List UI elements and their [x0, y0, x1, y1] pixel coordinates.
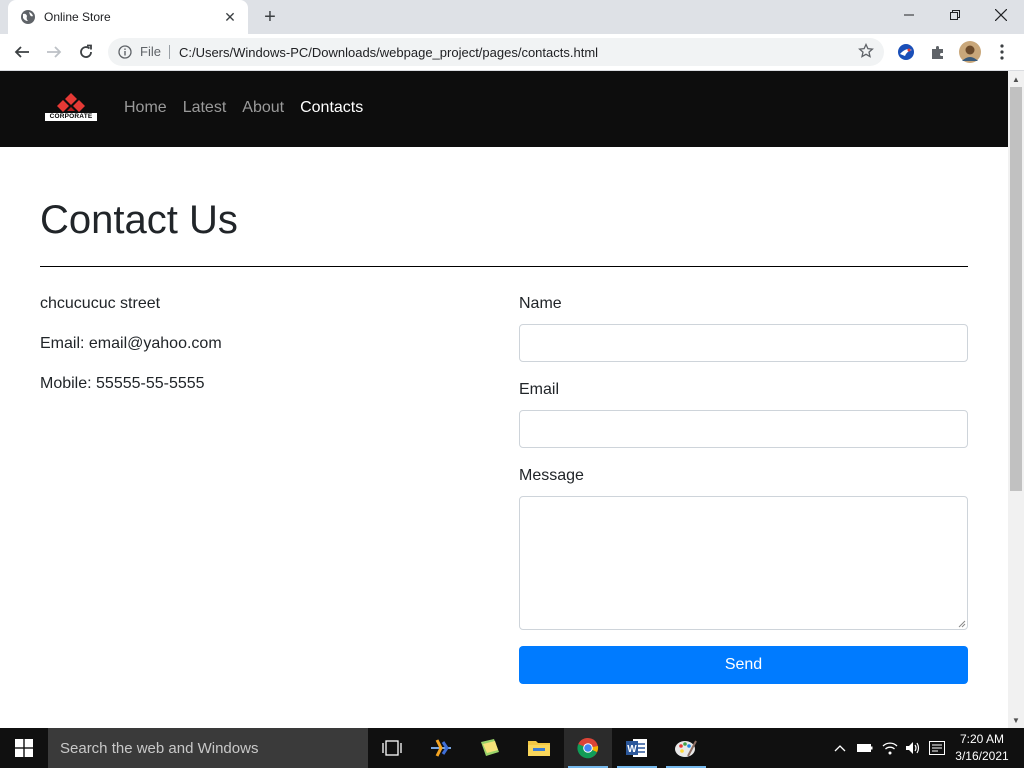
- tab-title: Online Store: [44, 10, 111, 24]
- extensions-puzzle-icon[interactable]: [927, 41, 949, 63]
- message-textarea[interactable]: [519, 496, 968, 630]
- site-nav-links: Home Latest About Contacts: [124, 99, 363, 117]
- browser-toolbar: File C:/Users/Windows-PC/Downloads/webpa…: [0, 34, 1024, 71]
- task-view-icon[interactable]: [368, 728, 416, 768]
- clock-date: 3/16/2021: [955, 749, 1009, 763]
- page-scrollbar[interactable]: ▲ ▼: [1008, 71, 1024, 728]
- contact-mobile: Mobile: 55555-55-5555: [40, 375, 205, 392]
- show-hidden-icons-chevron-icon[interactable]: [832, 728, 848, 768]
- nav-contacts-link[interactable]: Contacts: [300, 99, 363, 117]
- clock-time: 7:20 AM: [959, 732, 1005, 746]
- nav-latest-link[interactable]: Latest: [183, 99, 227, 117]
- logo-text: CORPORATE: [49, 113, 93, 120]
- new-tab-icon[interactable]: +: [258, 5, 282, 29]
- heading-divider: [40, 266, 968, 267]
- tab-close-icon[interactable]: ✕: [222, 9, 238, 25]
- contact-address: chcucucuc street: [40, 295, 161, 312]
- windows-taskbar: Search the web and Windows W 7:20 AM 3/1…: [0, 728, 1024, 768]
- file-explorer-icon[interactable]: [515, 728, 563, 768]
- name-label: Name: [519, 295, 562, 312]
- page-viewport: CORPORATE Home Latest About Contacts Con…: [0, 71, 1008, 728]
- send-button[interactable]: Send: [519, 646, 968, 684]
- scrollbar-thumb[interactable]: [1010, 87, 1022, 491]
- extension-icon[interactable]: [895, 41, 917, 63]
- paint-icon[interactable]: [662, 728, 710, 768]
- back-arrow-icon[interactable]: [10, 40, 34, 64]
- minimize-icon[interactable]: [886, 0, 932, 30]
- taskbar-clock[interactable]: 7:20 AM 3/16/2021: [950, 731, 1014, 765]
- nav-about-link[interactable]: About: [242, 99, 284, 117]
- corporate-logo[interactable]: CORPORATE: [44, 93, 98, 123]
- windows-start-icon[interactable]: [0, 728, 48, 768]
- address-scheme: File: [140, 45, 170, 59]
- nav-home-link[interactable]: Home: [124, 99, 167, 117]
- battery-icon[interactable]: [855, 728, 875, 768]
- word-icon[interactable]: W: [613, 728, 661, 768]
- chrome-taskbar-icon[interactable]: [564, 728, 612, 768]
- contact-email: Email: email@yahoo.com: [40, 335, 222, 352]
- sticky-notes-icon[interactable]: [466, 728, 514, 768]
- forward-arrow-icon[interactable]: [42, 40, 66, 64]
- scroll-up-icon[interactable]: ▲: [1008, 71, 1024, 87]
- app-icon[interactable]: [417, 728, 465, 768]
- restore-icon[interactable]: [932, 0, 978, 30]
- page-title: Contact Us: [40, 198, 238, 242]
- volume-icon[interactable]: [903, 728, 923, 768]
- more-menu-icon[interactable]: [991, 41, 1013, 63]
- bookmark-star-icon[interactable]: [858, 43, 874, 59]
- resize-grip-icon[interactable]: [956, 618, 966, 628]
- globe-icon: [21, 10, 35, 24]
- reload-icon[interactable]: [74, 40, 98, 64]
- email-label: Email: [519, 381, 560, 398]
- browser-tab-strip: Online Store ✕ +: [0, 0, 1024, 34]
- name-field[interactable]: [519, 324, 968, 362]
- info-icon[interactable]: [118, 45, 132, 59]
- browser-tab[interactable]: Online Store ✕: [8, 0, 248, 34]
- scroll-down-icon[interactable]: ▼: [1008, 712, 1024, 728]
- taskbar-search-input[interactable]: Search the web and Windows: [48, 728, 368, 768]
- action-center-icon[interactable]: [927, 728, 947, 768]
- address-url[interactable]: C:/Users/Windows-PC/Downloads/webpage_pr…: [179, 45, 598, 60]
- message-label: Message: [519, 467, 584, 484]
- wifi-icon[interactable]: [880, 728, 900, 768]
- window-close-icon[interactable]: [978, 0, 1024, 30]
- address-bar[interactable]: File C:/Users/Windows-PC/Downloads/webpa…: [108, 38, 884, 66]
- svg-text:W: W: [627, 744, 637, 755]
- email-field[interactable]: [519, 410, 968, 448]
- site-navbar: CORPORATE Home Latest About Contacts: [0, 71, 1008, 147]
- profile-avatar[interactable]: [959, 41, 981, 63]
